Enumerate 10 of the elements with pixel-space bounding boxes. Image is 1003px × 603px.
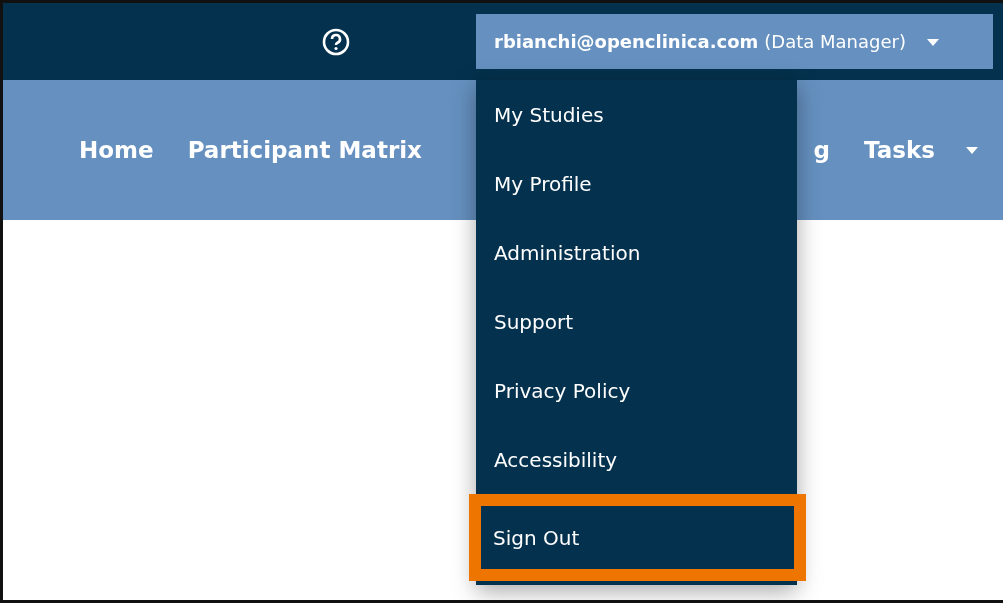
help-icon[interactable] (321, 26, 351, 57)
caret-icon (965, 145, 979, 155)
menu-item[interactable]: Privacy Policy (476, 356, 797, 425)
menu-item[interactable]: Accessibility (476, 425, 797, 494)
menu-item[interactable]: My Studies (476, 80, 797, 149)
menu-item[interactable]: Support (476, 287, 797, 356)
caret-icon (925, 36, 940, 47)
menu-item[interactable]: Administration (476, 218, 797, 287)
menu-item[interactable]: Sign Out (481, 506, 794, 569)
menu-item[interactable]: My Profile (476, 149, 797, 218)
